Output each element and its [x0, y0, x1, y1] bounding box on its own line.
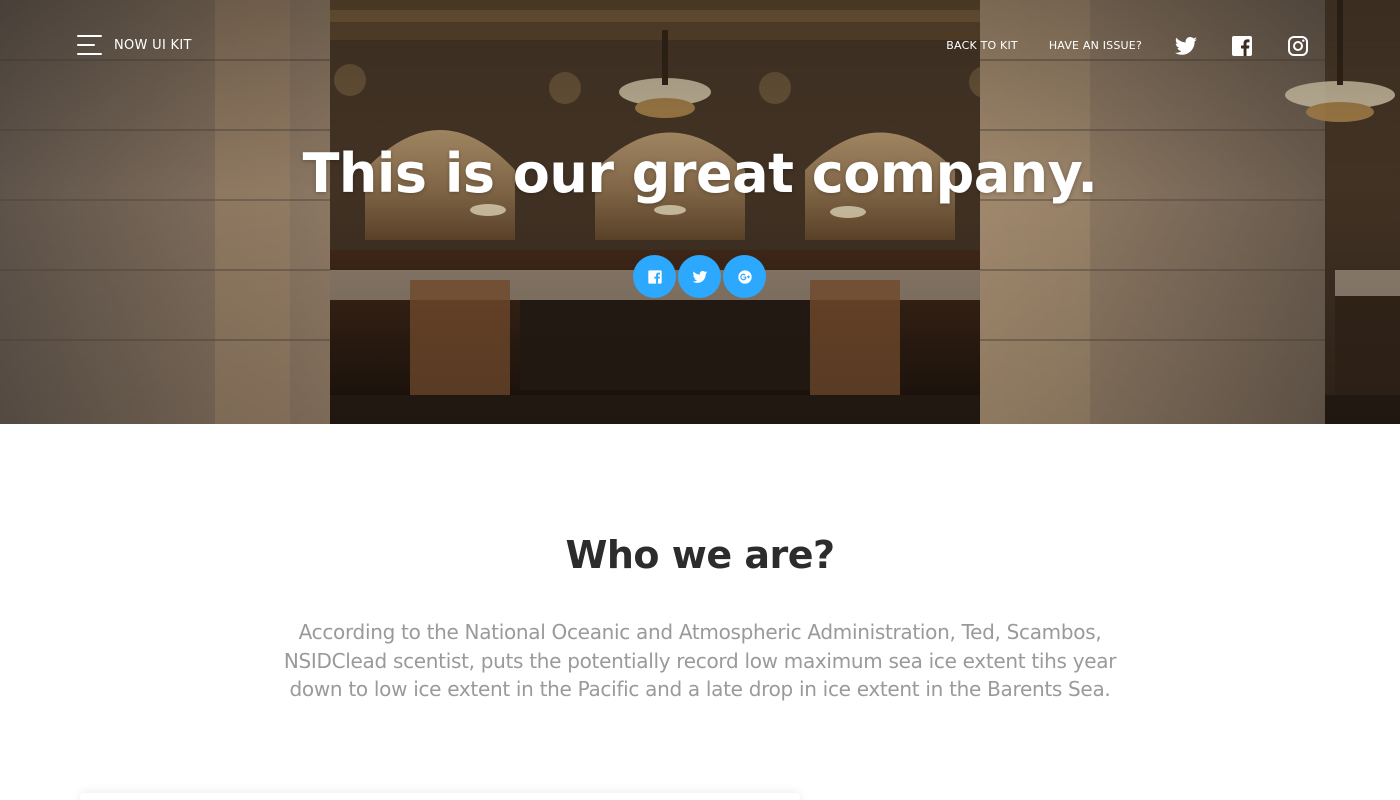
nav-links: BACK TO KIT HAVE AN ISSUE? — [915, 33, 1310, 59]
facebook-icon — [647, 269, 662, 284]
twitter-icon — [692, 270, 707, 283]
hero-title: This is our great company. — [302, 142, 1098, 205]
share-facebook-button[interactable] — [633, 255, 676, 298]
section-title: Who we are? — [565, 533, 835, 577]
card-top-edge — [80, 793, 800, 800]
facebook-icon[interactable] — [1230, 34, 1254, 58]
menu-toggle-icon[interactable] — [77, 35, 102, 55]
navbar: NOW UI KIT BACK TO KIT HAVE AN ISSUE? — [0, 0, 1400, 92]
share-buttons — [633, 255, 768, 298]
share-twitter-button[interactable] — [678, 255, 721, 298]
share-google-plus-button[interactable] — [723, 255, 766, 298]
instagram-icon[interactable] — [1286, 34, 1310, 58]
nav-link-back-to-kit[interactable]: BACK TO KIT — [946, 33, 1018, 59]
hero-section: NOW UI KIT BACK TO KIT HAVE AN ISSUE? Th… — [0, 0, 1400, 424]
brand-link[interactable]: NOW UI KIT — [114, 38, 192, 53]
nav-link-have-an-issue[interactable]: HAVE AN ISSUE? — [1049, 33, 1142, 59]
google-plus-icon — [737, 269, 752, 284]
twitter-icon[interactable] — [1174, 34, 1198, 58]
section-description: According to the National Oceanic and At… — [283, 620, 1117, 701]
